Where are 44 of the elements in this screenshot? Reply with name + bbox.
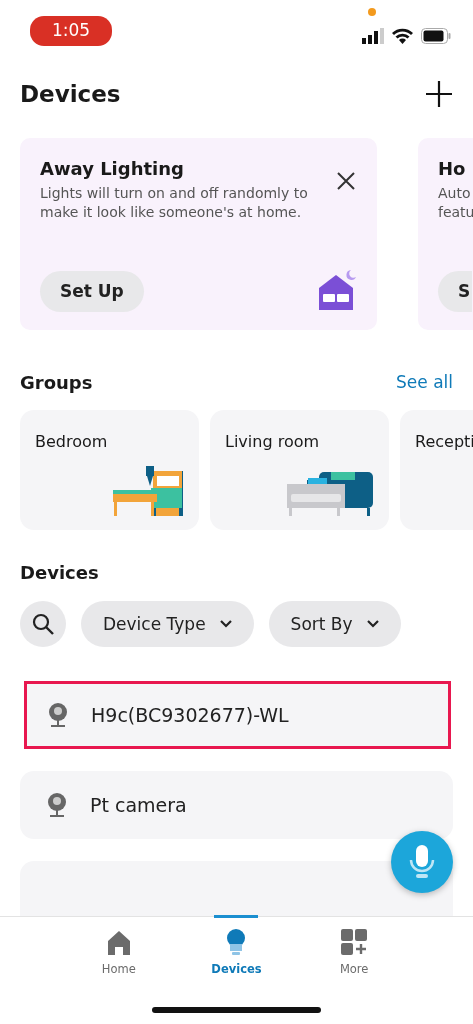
page-title: Devices xyxy=(20,80,121,109)
setup-button[interactable]: S xyxy=(438,270,473,313)
device-row[interactable]: H9c(BC9302677)-WL xyxy=(24,681,451,750)
house-moon-icon xyxy=(317,270,357,313)
device-row[interactable]: Pt camera xyxy=(20,771,453,840)
microphone-icon xyxy=(409,845,435,879)
add-button[interactable] xyxy=(425,80,453,109)
card-title: Away Lighting xyxy=(40,158,185,180)
filter-dropdown[interactable]: Device Type xyxy=(81,601,254,648)
card-description: Auto xyxy=(438,183,472,203)
card-description: Lights will turn on and off randomly to make it look like someone's at home. xyxy=(40,183,309,222)
see-all-link[interactable]: See all xyxy=(396,370,453,396)
filter-dropdown[interactable]: Sort By xyxy=(268,601,401,648)
group-name: Recepti xyxy=(415,431,473,451)
chevron-down-icon xyxy=(366,620,379,629)
status-time: 1:05 xyxy=(30,16,112,46)
chevron-down-icon xyxy=(219,620,232,629)
group-name: Living room xyxy=(225,431,320,451)
group-card[interactable]: Bedroom xyxy=(20,409,199,530)
wifi-icon xyxy=(392,28,413,44)
device-name: H9c(BC9302677)-WL xyxy=(91,703,289,729)
camera-icon xyxy=(46,792,68,819)
tab-button[interactable]: More xyxy=(309,917,400,1024)
bed-drawing xyxy=(113,465,183,516)
setup-button[interactable]: Set Up xyxy=(40,270,144,313)
privacy-indicator-icon xyxy=(368,8,376,16)
section-title: Groups xyxy=(20,372,93,394)
signal-icon xyxy=(362,28,384,44)
card-description: featu xyxy=(438,202,473,222)
tab-indicator xyxy=(214,915,259,918)
group-card[interactable]: Recepti xyxy=(400,409,473,530)
section-title: Devices xyxy=(20,561,99,584)
card-title: Ho xyxy=(438,158,467,180)
battery-icon xyxy=(421,28,451,44)
tab-button[interactable]: Home xyxy=(73,917,164,1024)
tab-button[interactable]: Devices xyxy=(191,917,282,1024)
search-icon xyxy=(32,613,54,636)
search-button[interactable] xyxy=(20,601,66,648)
group-card[interactable]: Living room xyxy=(210,409,389,530)
camera-icon xyxy=(47,702,69,729)
group-name: Bedroom xyxy=(35,431,108,451)
device-name: Pt camera xyxy=(90,793,187,819)
home-icon xyxy=(105,929,132,957)
more-icon xyxy=(341,929,368,957)
